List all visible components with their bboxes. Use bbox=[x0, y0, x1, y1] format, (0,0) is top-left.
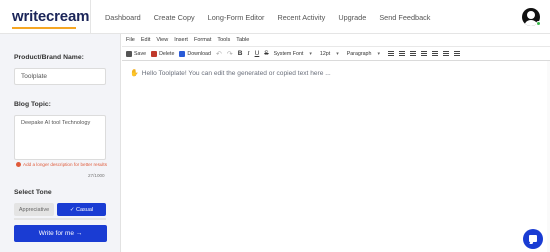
tone-appreciative[interactable]: Appreciative bbox=[14, 203, 54, 216]
align-left-icon[interactable] bbox=[387, 51, 394, 56]
warning-icon bbox=[16, 162, 21, 167]
font-size-select[interactable]: 12pt ▾ bbox=[320, 51, 339, 57]
sidebar-form: Product/Brand Name: Toolplate Blog Topic… bbox=[0, 34, 121, 252]
chevron-down-icon: ▾ bbox=[336, 50, 339, 57]
nav-divider bbox=[90, 0, 91, 34]
nav-upgrade[interactable]: Upgrade bbox=[338, 13, 366, 22]
product-name-input[interactable]: Toolplate bbox=[14, 68, 106, 85]
undo-icon[interactable]: ↶ bbox=[216, 50, 222, 58]
length-warning: Add a longer description for better resu… bbox=[16, 162, 107, 167]
blog-topic-label: Blog Topic: bbox=[14, 101, 51, 108]
menu-table[interactable]: Table bbox=[236, 37, 249, 43]
indent-icon[interactable] bbox=[453, 51, 460, 56]
menu-file[interactable]: File bbox=[126, 37, 135, 43]
avatar-head bbox=[527, 11, 535, 19]
save-label: Save bbox=[134, 50, 147, 57]
waving-hand-icon: ✋ bbox=[130, 70, 139, 77]
chevron-down-icon: ▾ bbox=[309, 50, 312, 57]
align-right-icon[interactable] bbox=[409, 51, 416, 56]
nav-send-feedback[interactable]: Send Feedback bbox=[379, 13, 430, 22]
chevron-down-icon: ▾ bbox=[377, 50, 380, 57]
nav-recent-activity[interactable]: Recent Activity bbox=[277, 13, 325, 22]
menu-view[interactable]: View bbox=[156, 37, 168, 43]
menu-format[interactable]: Format bbox=[194, 37, 211, 43]
tone-row-partial bbox=[14, 218, 106, 220]
list-icon[interactable] bbox=[431, 51, 438, 56]
delete-button[interactable]: Delete bbox=[151, 50, 175, 57]
delete-label: Delete bbox=[159, 50, 175, 57]
write-for-me-button[interactable]: Write for me → bbox=[14, 225, 107, 242]
download-icon bbox=[179, 50, 186, 57]
character-count: 27/1000 bbox=[88, 173, 105, 178]
font-size-value: 12pt bbox=[319, 50, 331, 57]
menu-tools[interactable]: Tools bbox=[217, 37, 230, 43]
download-button[interactable]: Download bbox=[179, 50, 211, 57]
align-center-icon[interactable] bbox=[398, 51, 405, 56]
logo-underline bbox=[12, 27, 76, 29]
bold-icon[interactable]: B bbox=[238, 50, 243, 57]
strikethrough-icon[interactable]: S bbox=[264, 50, 268, 57]
align-justify-icon[interactable] bbox=[420, 51, 427, 56]
block-format-select[interactable]: Paragraph ▾ bbox=[347, 51, 380, 57]
editor-placeholder-text: Hello Toolplate! You can edit the genera… bbox=[141, 69, 331, 77]
editor-content[interactable]: ✋ Hello Toolplate! You can edit the gene… bbox=[130, 69, 331, 78]
editor-toolbar: Save Delete Download ↶ ↷ B I U S System … bbox=[122, 47, 550, 61]
font-family-select[interactable]: System Font ▾ bbox=[274, 51, 312, 57]
logo-text-cream: cream bbox=[46, 8, 90, 25]
tone-casual[interactable]: ✓ Casual bbox=[57, 203, 106, 216]
logo-text-write: write bbox=[12, 8, 47, 25]
chat-bubble-tail bbox=[529, 241, 534, 244]
italic-icon[interactable]: I bbox=[247, 50, 249, 57]
block-format-value: Paragraph bbox=[346, 50, 372, 57]
blog-topic-textarea[interactable]: Deepake AI tool Technology bbox=[14, 115, 106, 160]
warning-text: Add a longer description for better resu… bbox=[23, 162, 108, 167]
save-button[interactable]: Save bbox=[126, 50, 147, 57]
nav-create-copy[interactable]: Create Copy bbox=[154, 13, 195, 22]
online-status-dot bbox=[536, 21, 541, 26]
menu-edit[interactable]: Edit bbox=[141, 37, 150, 43]
menu-insert[interactable]: Insert bbox=[174, 37, 188, 43]
chat-support-button[interactable] bbox=[523, 229, 543, 249]
logo[interactable]: writecream bbox=[12, 8, 90, 29]
nav-dashboard[interactable]: Dashboard bbox=[105, 13, 141, 22]
nav-long-form-editor[interactable]: Long-Form Editor bbox=[208, 13, 265, 22]
product-name-label: Product/Brand Name: bbox=[14, 54, 84, 61]
numbered-list-icon[interactable] bbox=[442, 51, 449, 56]
delete-icon bbox=[151, 50, 158, 57]
top-navbar: writecream Dashboard Create Copy Long-Fo… bbox=[0, 0, 550, 34]
editor-menubar: File Edit View Insert Format Tools Table bbox=[122, 34, 550, 47]
main-nav: Dashboard Create Copy Long-Form Editor R… bbox=[92, 0, 430, 34]
long-form-editor: File Edit View Insert Format Tools Table… bbox=[122, 34, 550, 252]
select-tone-label: Select Tone bbox=[14, 189, 52, 196]
download-label: Download bbox=[187, 50, 211, 57]
redo-icon[interactable]: ↷ bbox=[227, 50, 233, 58]
underline-icon[interactable]: U bbox=[255, 50, 260, 57]
save-icon bbox=[126, 50, 132, 57]
font-family-value: System Font bbox=[273, 50, 304, 57]
